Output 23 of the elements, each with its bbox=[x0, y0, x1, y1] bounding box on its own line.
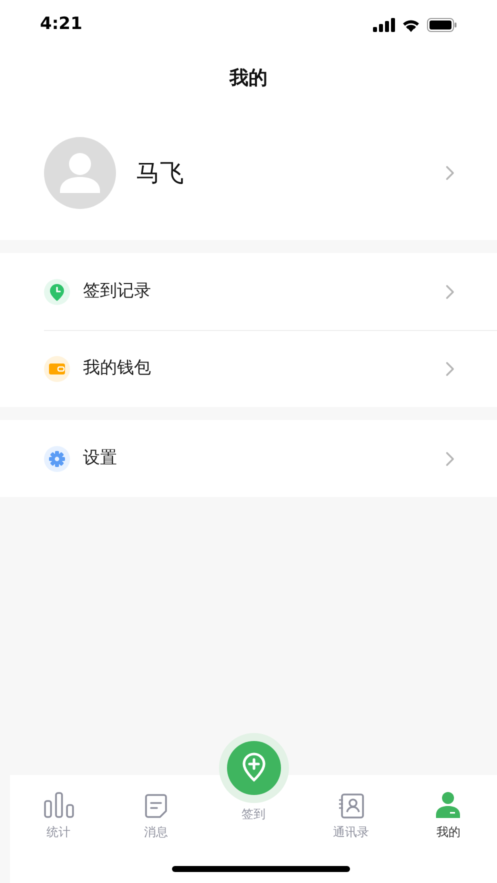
avatar-icon bbox=[44, 137, 116, 209]
user-name: 马飞 bbox=[136, 158, 185, 189]
note-icon bbox=[143, 793, 170, 819]
menu-item[interactable]: 我的钱包 bbox=[44, 330, 497, 407]
profile-row[interactable]: 马飞 bbox=[0, 106, 497, 240]
wifi-icon bbox=[401, 18, 421, 32]
chevron-icon bbox=[445, 361, 455, 377]
battery-icon bbox=[427, 18, 457, 32]
wallet-icon bbox=[44, 356, 70, 382]
contact-book-icon bbox=[336, 793, 365, 819]
gear-icon bbox=[44, 446, 70, 472]
location-plus-icon bbox=[226, 741, 281, 795]
person-icon bbox=[435, 791, 462, 819]
chevron-icon bbox=[445, 165, 455, 181]
bar-chart-icon bbox=[42, 791, 75, 819]
tab-item[interactable]: 我的 bbox=[400, 789, 497, 841]
chevron-icon bbox=[445, 450, 455, 466]
location-pin-icon bbox=[44, 278, 70, 304]
chevron-icon bbox=[445, 284, 455, 300]
page-title: 我的 bbox=[230, 66, 268, 91]
menu-item[interactable]: 签到记录 bbox=[44, 253, 497, 330]
status-time: 4:21 bbox=[40, 13, 82, 36]
signal-icon bbox=[373, 18, 395, 32]
